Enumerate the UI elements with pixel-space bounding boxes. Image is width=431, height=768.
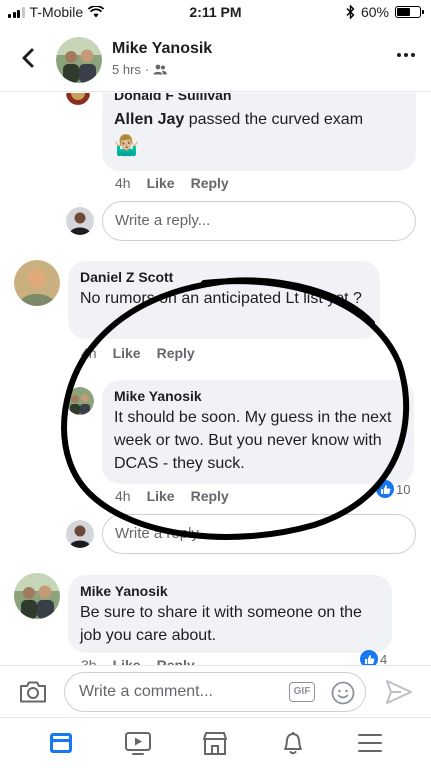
comment-timestamp[interactable]: 4h <box>115 175 131 191</box>
like-button[interactable]: Like <box>113 657 141 665</box>
tab-marketplace[interactable] <box>195 725 235 761</box>
emoji-icon[interactable] <box>331 681 355 705</box>
comment-text: It should be soon. My guess in the next … <box>114 409 392 472</box>
comment-actions: 3h Like Reply <box>81 657 195 665</box>
tab-watch[interactable] <box>118 725 158 761</box>
post-header: Mike Yanosik 5 hrs · <box>0 28 431 92</box>
battery-percent: 60% <box>360 4 389 20</box>
comments-feed[interactable]: Donald F Sullivan Allen Jay passed the c… <box>0 93 431 665</box>
friends-icon <box>153 64 168 75</box>
avatar <box>66 207 94 235</box>
tab-news-feed[interactable] <box>41 725 81 761</box>
reply-button[interactable]: Reply <box>191 175 229 191</box>
reaction-count[interactable]: 4 <box>360 650 387 665</box>
comment-actions: 4h Like Reply <box>81 345 195 361</box>
like-reaction-icon <box>376 480 394 498</box>
more-options-icon[interactable] <box>397 53 415 57</box>
comment-author[interactable]: Mike Yanosik <box>80 583 380 599</box>
bluetooth-icon <box>346 5 355 19</box>
avatar[interactable] <box>56 37 102 83</box>
post-meta: 5 hrs · <box>112 62 168 77</box>
bottom-tab-bar <box>0 717 431 768</box>
reaction-count-label: 10 <box>396 481 411 497</box>
shrug-emoji: 🤷🏼‍♂️ <box>114 135 139 157</box>
avatar[interactable] <box>66 93 90 105</box>
back-arrow-icon[interactable] <box>14 44 42 72</box>
like-button[interactable]: Like <box>147 175 175 191</box>
reply-button[interactable]: Reply <box>191 488 229 504</box>
battery-icon <box>395 6 424 18</box>
status-bar: T-Mobile 2:11 PM 60% <box>0 0 431 24</box>
avatar[interactable] <box>14 260 60 306</box>
tab-notifications[interactable] <box>273 725 313 761</box>
comment-actions: 4h Like Reply <box>115 175 229 191</box>
reply-input[interactable]: Write a reply... <box>102 514 416 554</box>
comment-bubble: Donald F Sullivan Allen Jay passed the c… <box>102 93 416 171</box>
avatar[interactable] <box>66 387 94 415</box>
reply-input[interactable]: Write a reply... <box>102 201 416 241</box>
news-feed-icon <box>49 733 72 753</box>
mentioned-name[interactable]: Allen Jay <box>114 111 184 128</box>
comment-actions: 4h Like Reply <box>115 488 229 504</box>
comment-text: Be sure to share it with someone on the … <box>80 604 362 644</box>
comment-author[interactable]: Donald F Sullivan <box>114 93 404 101</box>
comment-composer: Write a comment... GIF <box>0 665 431 717</box>
avatar[interactable] <box>14 573 60 619</box>
reply-button[interactable]: Reply <box>157 345 195 361</box>
author-name[interactable]: Mike Yanosik <box>112 40 212 58</box>
comment-bubble: Mike Yanosik Be sure to share it with so… <box>68 575 392 653</box>
comment-author[interactable]: Mike Yanosik <box>114 388 402 404</box>
like-reaction-icon <box>360 650 378 665</box>
comment-text: Allen Jay passed the curved exam <box>114 111 364 128</box>
watch-icon <box>125 732 152 755</box>
reaction-count-label: 4 <box>380 651 388 666</box>
gif-button[interactable]: GIF <box>289 682 315 702</box>
reaction-count[interactable]: 10 <box>376 480 410 498</box>
comment-author[interactable]: Daniel Z Scott <box>80 269 368 285</box>
tab-menu[interactable] <box>350 725 390 761</box>
reply-button[interactable]: Reply <box>157 657 195 665</box>
notifications-icon <box>283 732 302 755</box>
menu-icon <box>358 734 383 752</box>
like-button[interactable]: Like <box>147 488 175 504</box>
camera-icon[interactable] <box>19 680 47 704</box>
like-button[interactable]: Like <box>113 345 141 361</box>
comment-timestamp[interactable]: 4h <box>81 345 97 361</box>
comment-text: No rumors on an anticipated Lt list yet … <box>80 290 362 307</box>
marketplace-icon <box>203 732 228 755</box>
comment-timestamp[interactable]: 4h <box>115 488 131 504</box>
meta-separator: · <box>144 62 150 77</box>
post-timestamp[interactable]: 5 hrs <box>112 62 141 77</box>
avatar <box>66 520 94 548</box>
comment-input[interactable]: Write a comment... GIF <box>64 672 366 712</box>
comment-bubble: Daniel Z Scott No rumors on an anticipat… <box>68 261 380 339</box>
comment-bubble: Mike Yanosik It should be soon. My guess… <box>102 380 414 484</box>
send-icon[interactable] <box>385 679 413 705</box>
comment-timestamp[interactable]: 3h <box>81 657 97 665</box>
